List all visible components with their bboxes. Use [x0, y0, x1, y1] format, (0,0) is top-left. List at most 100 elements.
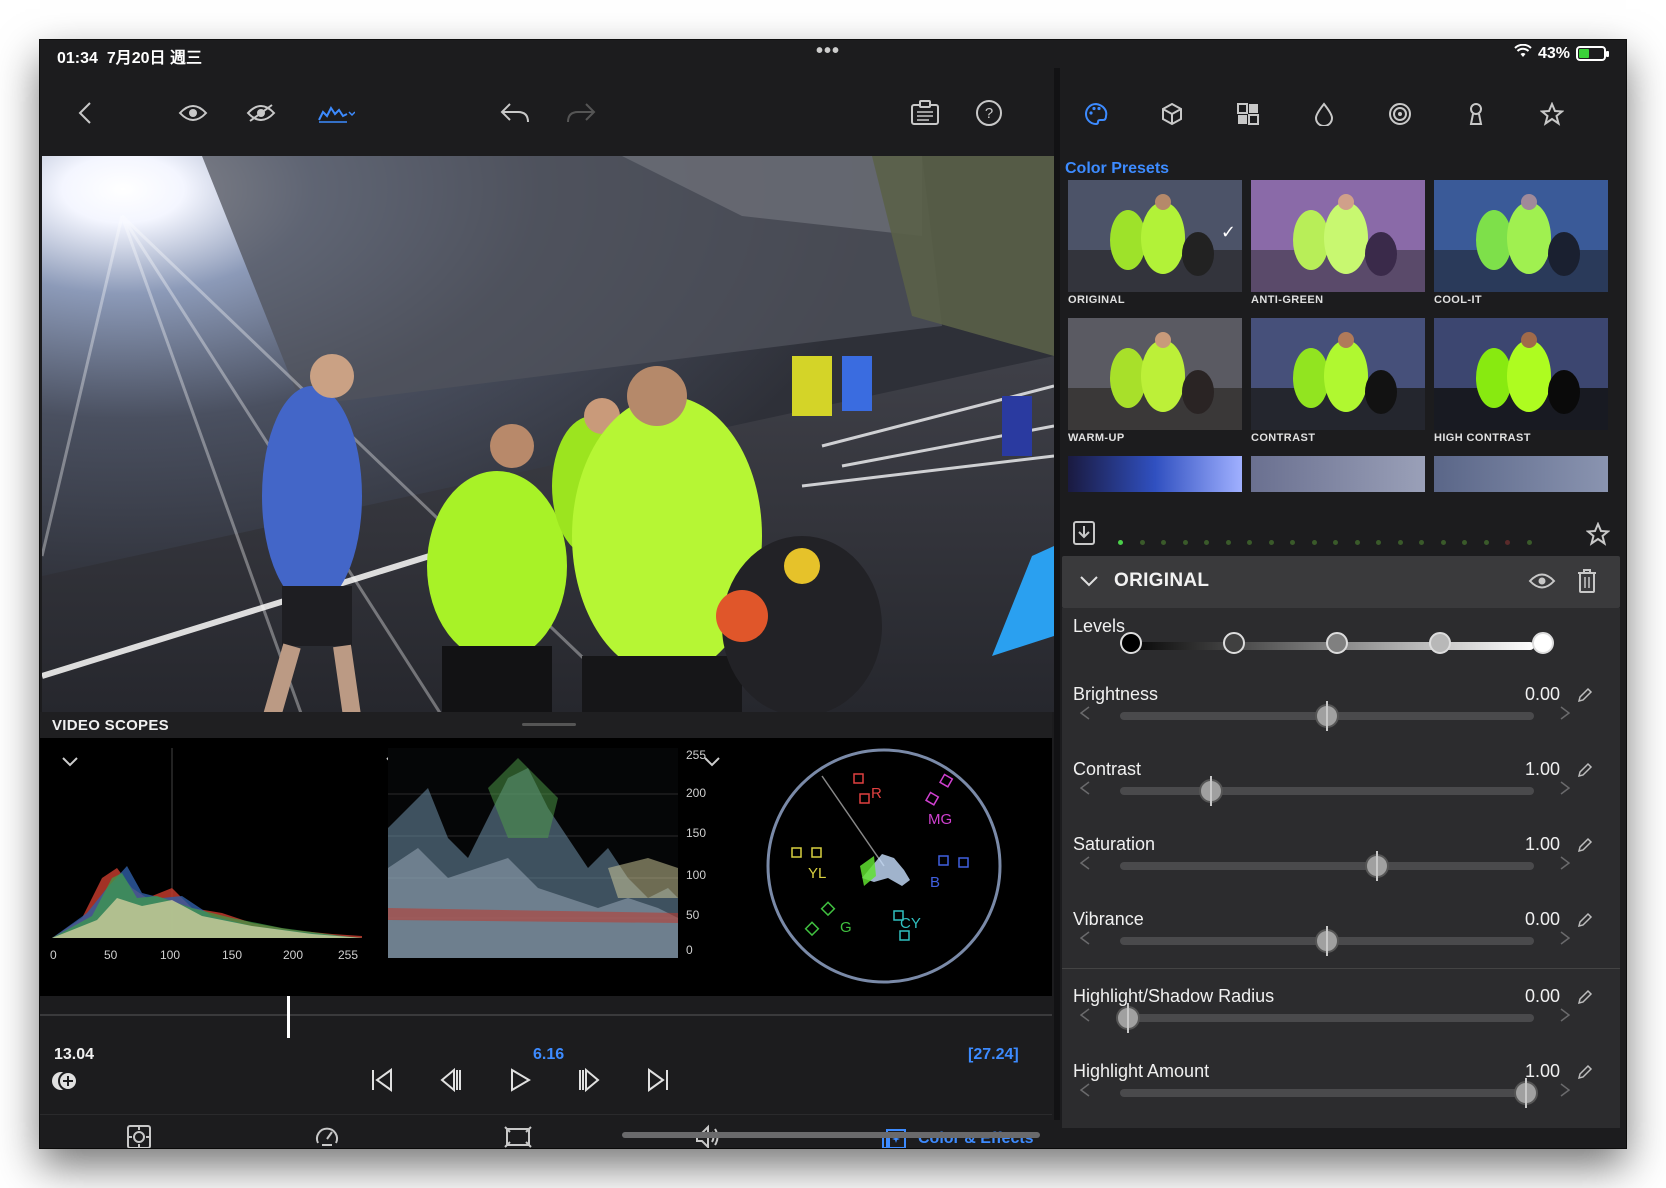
preset-anti-green[interactable]: ANTI-GREEN — [1251, 180, 1425, 306]
page-dot[interactable] — [1118, 540, 1123, 545]
preset-partial[interactable] — [1434, 456, 1608, 492]
playhead[interactable] — [287, 996, 290, 1038]
preset-partial[interactable] — [1068, 456, 1242, 492]
step-forward-icon[interactable] — [578, 1067, 602, 1097]
timeline[interactable]: 13.04 6.16 [27.24] — [40, 996, 1052, 1106]
page-dot[interactable] — [1247, 540, 1252, 545]
scopes-toggle-icon[interactable] — [316, 96, 356, 130]
pencil-icon[interactable] — [1576, 911, 1594, 934]
levels-shadow-knob[interactable] — [1223, 632, 1245, 654]
adjustment-value[interactable]: 1.00 — [1525, 834, 1560, 855]
adjustment-value[interactable]: 0.00 — [1525, 909, 1560, 930]
redo-icon[interactable] — [564, 96, 598, 130]
step-back-icon[interactable] — [438, 1067, 462, 1097]
undo-icon[interactable] — [498, 96, 532, 130]
import-preset-icon[interactable] — [1072, 520, 1096, 551]
speed-icon[interactable] — [314, 1124, 340, 1148]
pencil-icon[interactable] — [1576, 988, 1594, 1011]
resize-handle[interactable] — [522, 723, 576, 726]
levels-mid-knob[interactable] — [1326, 632, 1348, 654]
adjustment-slider[interactable] — [1120, 1014, 1534, 1022]
eye-icon[interactable] — [1528, 572, 1556, 595]
preset-high-contrast[interactable]: HIGH CONTRAST — [1434, 318, 1608, 444]
page-dot[interactable] — [1182, 540, 1188, 545]
spiral-icon[interactable] — [1388, 102, 1412, 126]
page-dot[interactable] — [1462, 540, 1467, 545]
chevron-down-icon[interactable] — [1080, 574, 1098, 592]
chevron-down-icon[interactable] — [704, 754, 720, 770]
favorite-star-icon[interactable] — [1585, 521, 1611, 551]
levels-white-knob[interactable] — [1532, 632, 1554, 654]
page-dot[interactable] — [1483, 540, 1489, 545]
page-dot[interactable] — [1526, 540, 1532, 545]
page-dot[interactable] — [1440, 540, 1446, 545]
increment-icon[interactable] — [1560, 706, 1571, 723]
preset-cool-it[interactable]: COOL-IT — [1434, 180, 1608, 306]
cube-icon[interactable] — [1160, 102, 1184, 126]
page-dot[interactable] — [1397, 540, 1403, 545]
page-dot[interactable] — [1204, 540, 1209, 545]
pencil-icon[interactable] — [1576, 1063, 1594, 1086]
timeline-track[interactable] — [40, 1014, 1052, 1016]
page-dot[interactable] — [1333, 540, 1338, 545]
levels-black-knob[interactable] — [1120, 632, 1142, 654]
page-dot[interactable] — [1419, 540, 1424, 545]
trash-icon[interactable] — [1576, 568, 1598, 599]
adjustment-slider[interactable] — [1120, 787, 1534, 795]
adjustment-slider[interactable] — [1120, 1089, 1534, 1097]
multitask-dots[interactable]: ••• — [816, 40, 840, 63]
page-dot[interactable] — [1376, 540, 1381, 545]
page-dot[interactable] — [1139, 540, 1145, 545]
decrement-icon[interactable] — [1079, 706, 1090, 723]
increment-icon[interactable] — [1560, 856, 1571, 873]
page-dot[interactable] — [1268, 540, 1274, 545]
adjustment-header[interactable]: ORIGINAL — [1062, 556, 1620, 608]
chevron-left-icon[interactable] — [68, 96, 102, 130]
crop-icon[interactable] — [504, 1124, 532, 1148]
palette-icon[interactable] — [1084, 102, 1108, 126]
star-icon[interactable] — [1540, 102, 1564, 126]
decrement-icon[interactable] — [1079, 781, 1090, 798]
page-dot[interactable] — [1290, 540, 1295, 545]
video-viewer[interactable] — [42, 156, 1054, 712]
page-dot[interactable] — [1505, 540, 1510, 545]
viewer-icon[interactable] — [126, 1124, 152, 1148]
pencil-icon[interactable] — [1576, 761, 1594, 784]
page-dot[interactable] — [1161, 540, 1166, 545]
skip-to-start-icon[interactable] — [370, 1068, 394, 1097]
page-dot[interactable] — [1354, 540, 1360, 545]
help-icon[interactable]: ? — [972, 96, 1006, 130]
page-dot[interactable] — [1311, 540, 1317, 545]
levels-highlight-knob[interactable] — [1429, 632, 1451, 654]
eye-slash-icon[interactable] — [244, 96, 278, 130]
clipboard-icon[interactable] — [908, 96, 942, 130]
pencil-icon[interactable] — [1576, 836, 1594, 859]
preset-original[interactable]: ✓ ORIGINAL — [1068, 180, 1242, 306]
adjustment-slider[interactable] — [1120, 862, 1534, 870]
skip-to-end-icon[interactable] — [646, 1068, 670, 1097]
grid-icon[interactable] — [1236, 102, 1260, 126]
page-dot[interactable] — [1225, 540, 1231, 545]
decrement-icon[interactable] — [1079, 856, 1090, 873]
preset-contrast[interactable]: CONTRAST — [1251, 318, 1425, 444]
adjustment-value[interactable]: 1.00 — [1525, 1061, 1560, 1082]
decrement-icon[interactable] — [1079, 1083, 1090, 1100]
home-indicator[interactable] — [622, 1132, 1040, 1138]
drop-icon[interactable] — [1314, 102, 1334, 126]
decrement-icon[interactable] — [1079, 931, 1090, 948]
adjustment-value[interactable]: 0.00 — [1525, 684, 1560, 705]
eye-icon[interactable] — [176, 96, 210, 130]
preset-warm-up[interactable]: WARM-UP — [1068, 318, 1242, 444]
adjustment-value[interactable]: 0.00 — [1525, 986, 1560, 1007]
play-icon[interactable] — [508, 1068, 532, 1097]
increment-icon[interactable] — [1560, 931, 1571, 948]
adjustment-value[interactable]: 1.00 — [1525, 759, 1560, 780]
keyhole-icon[interactable] — [1466, 102, 1486, 126]
increment-icon[interactable] — [1560, 1083, 1571, 1100]
preset-partial[interactable] — [1251, 456, 1425, 492]
add-media-icon[interactable] — [50, 1070, 80, 1097]
decrement-icon[interactable] — [1079, 1008, 1090, 1025]
increment-icon[interactable] — [1560, 1008, 1571, 1025]
pencil-icon[interactable] — [1576, 686, 1594, 709]
increment-icon[interactable] — [1560, 781, 1571, 798]
